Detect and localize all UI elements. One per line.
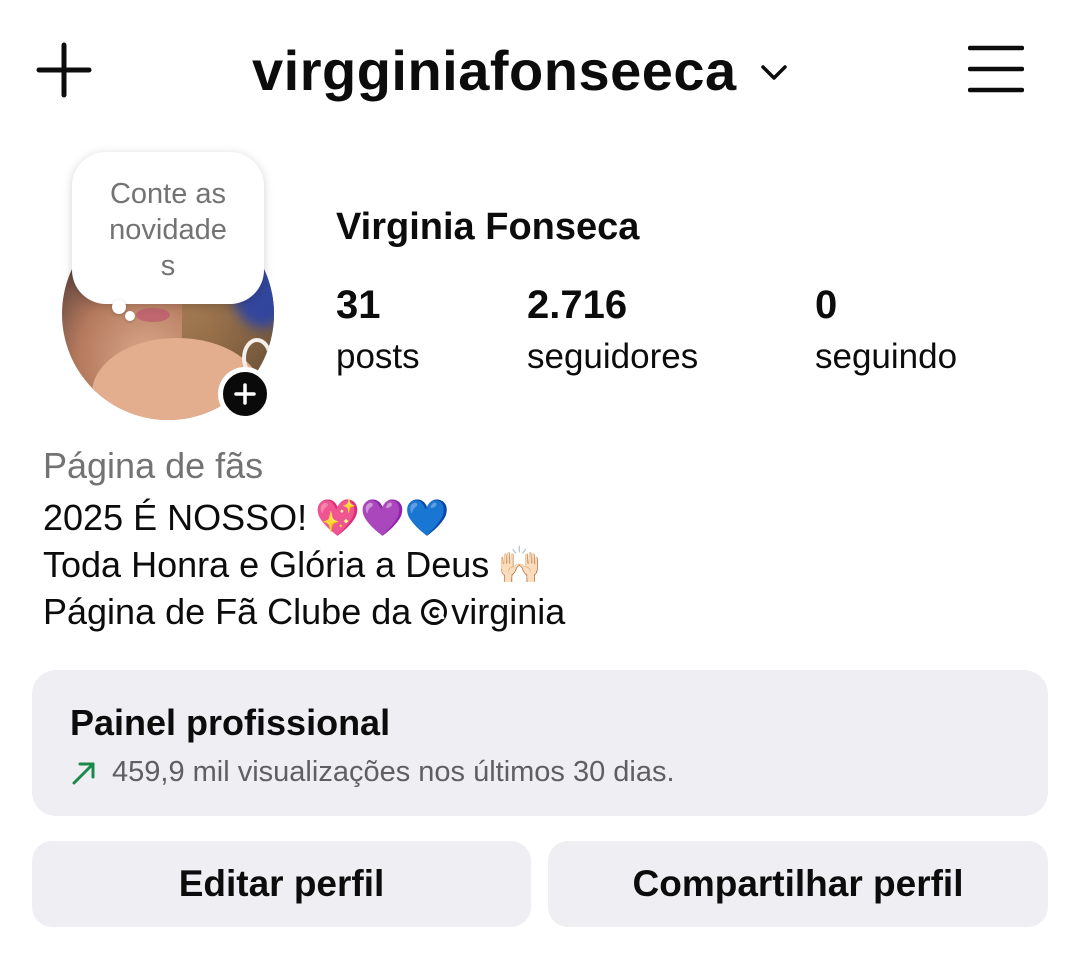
stat-label: seguidores — [527, 337, 699, 376]
professional-dashboard-card[interactable]: Painel profissional 459,9 mil visualizaç… — [32, 670, 1048, 816]
bio: 2025 É NOSSO! 💖💜💙 Toda Honra e Glória a … — [43, 494, 565, 635]
bio-text: Página de Fã Clube da — [43, 591, 412, 632]
stat-followers[interactable]: 2.716 seguidores — [527, 282, 698, 384]
stat-posts[interactable]: 31 posts — [336, 282, 420, 384]
dashboard-subtitle: 459,9 mil visualizações nos últimos 30 d… — [70, 756, 675, 789]
note-text-line: novidade — [109, 214, 227, 246]
raising-hands-emoji: 🙌🏻 — [497, 544, 543, 585]
stat-label: posts — [336, 337, 420, 376]
stat-count: 0 — [815, 283, 838, 327]
hearts-emoji: 💖💜💙 — [315, 497, 450, 538]
chevron-down-icon — [760, 65, 787, 80]
bio-line: 2025 É NOSSO! 💖💜💙 — [43, 494, 565, 541]
note-bubble[interactable]: Conte as novidade s — [72, 152, 264, 304]
profile-page: virgginiafonseeca Conte as novidade s Vi… — [0, 0, 1080, 954]
dashboard-views-text: 459,9 mil visualizações nos últimos 30 d… — [112, 756, 675, 788]
plus-icon[interactable] — [36, 42, 92, 98]
edit-profile-button[interactable]: Editar perfil — [32, 841, 531, 927]
stat-count: 2.716 — [527, 283, 628, 327]
stat-following[interactable]: 0 seguindo — [815, 282, 957, 384]
bio-line: Página de Fã Clube da virginia — [43, 588, 565, 635]
note-text-line: Conte as — [109, 178, 227, 210]
note-bubble-tail — [125, 311, 135, 321]
note-text-line: s — [160, 250, 176, 282]
hamburger-menu-icon[interactable] — [968, 44, 1024, 94]
share-profile-button[interactable]: Compartilhar perfil — [548, 841, 1048, 927]
threads-handle-link[interactable]: virginia — [451, 588, 565, 635]
threads-icon[interactable] — [419, 597, 449, 627]
profile-category: Página de fãs — [43, 445, 264, 486]
bio-line: Toda Honra e Glória a Deus 🙌🏻 — [43, 541, 565, 588]
bio-text: 2025 É NOSSO! — [43, 497, 308, 538]
account-switcher[interactable]: virgginiafonseeca — [252, 34, 789, 106]
add-story-button[interactable] — [218, 367, 272, 421]
plus-icon — [234, 383, 256, 405]
stat-count: 31 — [336, 283, 381, 327]
username: virgginiafonseeca — [252, 38, 737, 102]
trend-up-arrow-icon — [72, 762, 95, 784]
stat-label: seguindo — [815, 337, 958, 376]
display-name: Virginia Fonseca — [336, 206, 640, 248]
dashboard-title: Painel profissional — [70, 702, 391, 743]
note-bubble-tail — [112, 300, 126, 314]
avatar-photo-face — [136, 308, 170, 322]
bio-text: Toda Honra e Glória a Deus — [43, 544, 490, 585]
